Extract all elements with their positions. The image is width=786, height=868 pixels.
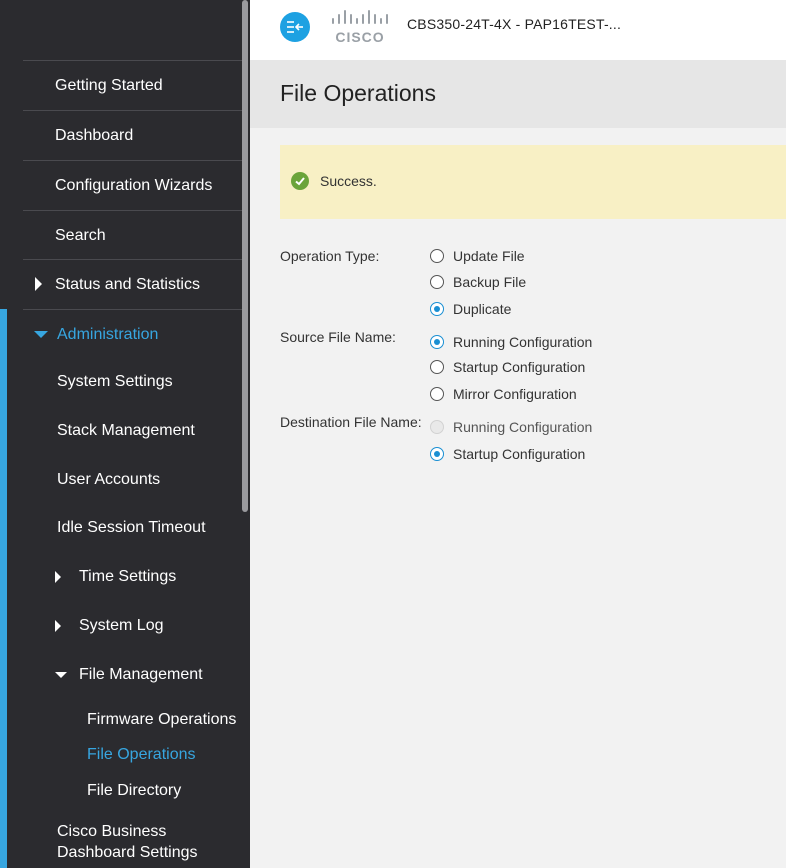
caret-down-icon	[55, 672, 67, 678]
radio-destination-startup-configuration[interactable]: Startup Configuration	[430, 445, 585, 463]
sidebar-item-getting-started[interactable]: Getting Started	[23, 60, 242, 110]
caret-right-icon	[55, 571, 61, 583]
success-banner: Success.	[280, 145, 786, 219]
sidebar-item-system-log[interactable]: System Log	[55, 617, 164, 635]
device-title: CBS350-24T-4X - PAP16TEST-...	[407, 16, 622, 32]
sidebar-item-configuration-wizards[interactable]: Configuration Wizards	[23, 160, 242, 210]
sidebar-item-label: Time Settings	[79, 568, 177, 585]
sidebar-item-label: Stack Management	[57, 422, 195, 439]
caret-right-icon	[55, 620, 61, 632]
radio-button[interactable]	[430, 387, 444, 401]
cisco-logo: CISCO	[332, 10, 388, 45]
sidebar-item-label: Administration	[57, 325, 159, 343]
checkmark-icon	[291, 172, 309, 190]
radio-label: Backup File	[453, 274, 527, 290]
top-header: CISCO CBS350-24T-4X - PAP16TEST-...	[250, 0, 786, 60]
sidebar-scrollbar[interactable]	[242, 0, 248, 512]
sidebar-item-label: File Directory	[87, 782, 182, 799]
radio-label: Running Configuration	[453, 419, 593, 435]
sidebar-item-user-accounts[interactable]: User Accounts	[57, 471, 160, 489]
sidebar-item-file-directory[interactable]: File Directory	[87, 782, 181, 800]
radio-source-running-configuration[interactable]: Running Configuration	[430, 333, 592, 351]
caret-right-icon	[35, 277, 42, 291]
radio-button[interactable]	[430, 360, 444, 374]
sidebar-item-search[interactable]: Search	[23, 210, 242, 260]
sidebar-item-system-settings[interactable]: System Settings	[57, 373, 173, 391]
radio-label: Update File	[453, 248, 525, 264]
radio-label: Startup Configuration	[453, 446, 586, 462]
sidebar-item-label: User Accounts	[57, 471, 161, 488]
sidebar-item-label: Search	[55, 226, 106, 244]
sidebar-item-label: System Settings	[57, 373, 173, 390]
sidebar: Getting Started Dashboard Configuration …	[0, 0, 250, 868]
sidebar-item-label: File Management	[79, 666, 203, 683]
radio-source-mirror-configuration[interactable]: Mirror Configuration	[430, 385, 577, 403]
sidebar-item-label: Status and Statistics	[55, 275, 200, 293]
sidebar-item-label: Firmware Operations	[87, 711, 237, 728]
source-file-name-label: Source File Name:	[280, 329, 396, 345]
sidebar-item-label: System Log	[79, 617, 164, 634]
radio-label: Running Configuration	[453, 334, 593, 350]
radio-duplicate[interactable]: Duplicate	[430, 300, 511, 318]
sidebar-item-label: Configuration Wizards	[55, 176, 213, 194]
radio-source-startup-configuration[interactable]: Startup Configuration	[430, 358, 585, 376]
sidebar-item-cisco-business-dashboard-settings[interactable]: Cisco Business Dashboard Settings	[57, 821, 198, 863]
radio-update-file[interactable]: Update File	[430, 247, 525, 265]
success-message: Success.	[320, 173, 377, 189]
page-title: File Operations	[280, 80, 436, 106]
svg-text:CISCO: CISCO	[335, 29, 384, 45]
sidebar-item-file-management[interactable]: File Management	[55, 666, 203, 684]
sidebar-item-label: Idle Session Timeout	[57, 519, 206, 536]
radio-destination-running-configuration: Running Configuration	[430, 418, 592, 436]
page-title-bar: File Operations	[250, 60, 786, 128]
sidebar-item-status-and-statistics[interactable]: Status and Statistics	[23, 259, 242, 309]
radio-button[interactable]	[430, 302, 444, 316]
sidebar-item-label: Getting Started	[55, 76, 163, 94]
radio-button[interactable]	[430, 447, 444, 461]
radio-button	[430, 420, 444, 434]
sidebar-item-stack-management[interactable]: Stack Management	[57, 422, 195, 440]
sidebar-item-label-line2: Dashboard Settings	[57, 844, 198, 861]
destination-file-name-label: Destination File Name:	[280, 414, 422, 430]
radio-label: Mirror Configuration	[453, 386, 577, 402]
sidebar-item-label: File Operations	[87, 746, 196, 763]
operation-type-label: Operation Type:	[280, 248, 380, 264]
sidebar-active-accent	[0, 309, 7, 868]
radio-button[interactable]	[430, 249, 444, 263]
radio-button[interactable]	[430, 335, 444, 349]
sidebar-item-label-line1: Cisco Business	[57, 823, 167, 840]
sidebar-item-dashboard[interactable]: Dashboard	[23, 110, 242, 160]
sidebar-item-firmware-operations[interactable]: Firmware Operations	[87, 711, 236, 729]
sidebar-item-administration[interactable]: Administration	[23, 309, 242, 359]
radio-label: Duplicate	[453, 301, 512, 317]
radio-backup-file[interactable]: Backup File	[430, 273, 526, 291]
sidebar-item-idle-session-timeout[interactable]: Idle Session Timeout	[57, 519, 206, 537]
sidebar-item-time-settings[interactable]: Time Settings	[55, 568, 177, 586]
sidebar-item-file-operations[interactable]: File Operations	[87, 746, 196, 764]
radio-label: Startup Configuration	[453, 359, 586, 375]
menu-toggle-button[interactable]	[280, 12, 310, 42]
collapse-menu-icon	[287, 21, 303, 33]
caret-down-icon	[34, 331, 48, 338]
radio-button[interactable]	[430, 275, 444, 289]
sidebar-item-label: Dashboard	[55, 126, 134, 144]
